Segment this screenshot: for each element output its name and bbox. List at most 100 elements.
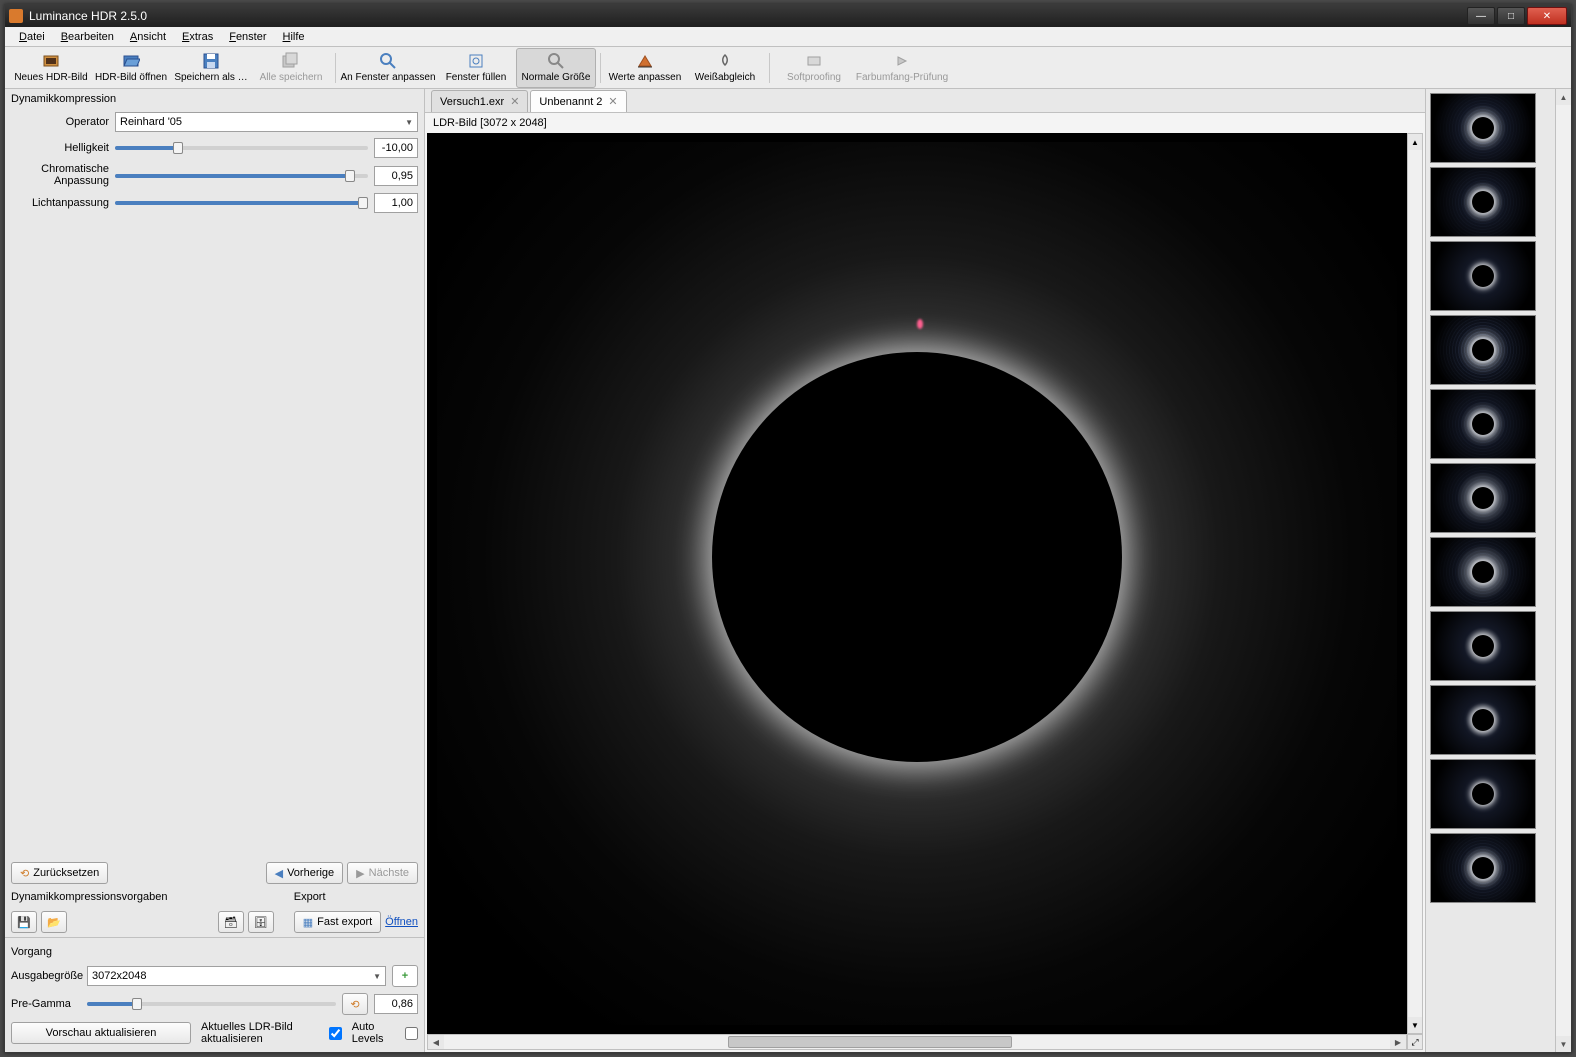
right-scrollbar[interactable]: ▲ ▼ xyxy=(1555,89,1571,1052)
thumbnail[interactable] xyxy=(1430,685,1536,755)
light-slider[interactable] xyxy=(115,196,368,210)
reset-button[interactable]: ⟲ Zurücksetzen xyxy=(11,862,108,884)
maximize-button[interactable]: □ xyxy=(1497,7,1525,25)
pregamma-input[interactable]: 0,86 xyxy=(374,994,418,1014)
preview-image[interactable] xyxy=(427,133,1407,1034)
new-hdr-icon xyxy=(42,52,60,70)
thumbnail[interactable] xyxy=(1430,315,1536,385)
close-tab-icon[interactable]: ✕ xyxy=(608,95,617,108)
save-all-button[interactable]: Alle speichern xyxy=(251,48,331,88)
database-load-icon: 🗄 xyxy=(254,916,268,929)
levels-icon xyxy=(636,52,654,70)
undo-icon: ⟲ xyxy=(350,998,359,1011)
next-button[interactable]: ▶ Nächste xyxy=(347,862,418,884)
panel-title: Dynamikkompression xyxy=(5,89,424,109)
open-preset-button[interactable]: 📂 xyxy=(41,911,67,933)
thumbnail[interactable] xyxy=(1430,833,1536,903)
app-window: Luminance HDR 2.5.0 — □ ✕ Datei Bearbeit… xyxy=(4,4,1572,1053)
close-button[interactable]: ✕ xyxy=(1527,7,1567,25)
normal-size-label: Normale Größe xyxy=(522,72,591,83)
softproofing-button[interactable]: Softproofing xyxy=(774,48,854,88)
open-export-link[interactable]: Öffnen xyxy=(385,916,418,928)
update-ldr-label: Aktuelles LDR-Bild aktualisieren xyxy=(201,1021,319,1045)
chroma-label: Chromatische Anpassung xyxy=(11,164,109,187)
open-hdr-button[interactable]: HDR-Bild öffnen xyxy=(91,48,171,88)
add-size-button[interactable]: + xyxy=(392,965,418,987)
gamut-check-button[interactable]: Farbumfang-Prüfung xyxy=(854,48,950,88)
open-hdr-icon xyxy=(122,52,140,70)
db-load-button[interactable]: 🗄 xyxy=(248,911,274,933)
thumbnail[interactable] xyxy=(1430,241,1536,311)
thumbnail[interactable] xyxy=(1430,759,1536,829)
chroma-slider[interactable] xyxy=(115,169,368,183)
horizontal-scrollbar[interactable]: ◀ ▶ xyxy=(427,1034,1407,1050)
zoom-normal-icon xyxy=(547,52,565,70)
operator-select[interactable]: Reinhard '05 ▼ xyxy=(115,112,418,132)
menu-hilfe[interactable]: Hilfe xyxy=(275,29,313,45)
thumbnail[interactable] xyxy=(1430,167,1536,237)
chroma-row: Chromatische Anpassung 0,95 xyxy=(5,161,424,190)
undo-icon: ⟲ xyxy=(20,867,29,880)
zoom-fit-icon xyxy=(379,52,397,70)
brightness-row: Helligkeit -10,00 xyxy=(5,135,424,161)
softproofing-label: Softproofing xyxy=(787,72,841,83)
minimize-button[interactable]: — xyxy=(1467,7,1495,25)
save-as-button[interactable]: Speichern als … xyxy=(171,48,251,88)
update-ldr-checkbox[interactable] xyxy=(329,1027,342,1040)
arrow-right-icon: ▶ xyxy=(356,867,364,880)
menu-bearbeiten[interactable]: Bearbeiten xyxy=(53,29,122,45)
center-panel: Versuch1.exr ✕ Unbenannt 2 ✕ LDR-Bild [3… xyxy=(425,89,1425,1052)
chevron-down-icon: ▼ xyxy=(373,972,381,981)
pregamma-label: Pre-Gamma xyxy=(11,998,81,1010)
light-input[interactable]: 1,00 xyxy=(374,193,418,213)
update-preview-button[interactable]: Vorschau aktualisieren xyxy=(11,1022,191,1044)
save-as-label: Speichern als … xyxy=(174,72,247,83)
thumbnail[interactable] xyxy=(1430,93,1536,163)
fit-window-button[interactable]: An Fenster anpassen xyxy=(340,48,436,88)
menu-datei[interactable]: Datei xyxy=(11,29,53,45)
new-hdr-button[interactable]: Neues HDR-Bild xyxy=(11,48,91,88)
tabbar: Versuch1.exr ✕ Unbenannt 2 ✕ xyxy=(425,89,1425,113)
db-save-button[interactable]: 🗃 xyxy=(218,911,244,933)
chroma-input[interactable]: 0,95 xyxy=(374,166,418,186)
presets-export-row: Dynamikkompressionsvorgaben 💾 📂 🗃 🗄 Ex xyxy=(5,887,424,937)
thumbnail[interactable] xyxy=(1430,611,1536,681)
pregamma-slider[interactable] xyxy=(87,997,336,1011)
brightness-input[interactable]: -10,00 xyxy=(374,138,418,158)
toolbar-separator xyxy=(600,53,601,83)
thumbnail[interactable] xyxy=(1430,463,1536,533)
resize-grip-icon[interactable]: ⤢ xyxy=(1407,1034,1423,1050)
white-balance-icon xyxy=(716,52,734,70)
prev-button[interactable]: ◀ Vorherige xyxy=(266,862,344,884)
close-tab-icon[interactable]: ✕ xyxy=(510,95,519,108)
white-balance-button[interactable]: Weißabgleich xyxy=(685,48,765,88)
thumbnail-list[interactable] xyxy=(1426,89,1555,1052)
menu-fenster[interactable]: Fenster xyxy=(221,29,274,45)
operator-value: Reinhard '05 xyxy=(120,116,182,128)
arrow-left-icon: ◀ xyxy=(275,867,283,880)
tab-unbenannt2[interactable]: Unbenannt 2 ✕ xyxy=(530,90,626,112)
tab-versuch1[interactable]: Versuch1.exr ✕ xyxy=(431,90,528,112)
app-icon xyxy=(9,9,23,23)
brightness-label: Helligkeit xyxy=(11,142,109,154)
toolbar-separator xyxy=(335,53,336,83)
thumbnail[interactable] xyxy=(1430,389,1536,459)
adjust-levels-button[interactable]: Werte anpassen xyxy=(605,48,685,88)
fill-window-button[interactable]: Fenster füllen xyxy=(436,48,516,88)
output-size-select[interactable]: 3072x2048 ▼ xyxy=(87,966,386,986)
menu-ansicht[interactable]: Ansicht xyxy=(122,29,174,45)
brightness-slider[interactable] xyxy=(115,141,368,155)
light-row: Lichtanpassung 1,00 xyxy=(5,190,424,216)
window-title: Luminance HDR 2.5.0 xyxy=(29,9,1465,23)
save-preset-button[interactable]: 💾 xyxy=(11,911,37,933)
normal-size-button[interactable]: Normale Größe xyxy=(516,48,596,88)
thumbnail[interactable] xyxy=(1430,537,1536,607)
reset-pregamma-button[interactable]: ⟲ xyxy=(342,993,368,1015)
left-panel: Dynamikkompression Operator Reinhard '05… xyxy=(5,89,425,1052)
vertical-scrollbar[interactable]: ▲ ▼ xyxy=(1407,133,1423,1034)
menu-extras[interactable]: Extras xyxy=(174,29,221,45)
fast-export-button[interactable]: ▦ Fast export xyxy=(294,911,381,933)
save-icon: 💾 xyxy=(17,916,31,929)
auto-levels-checkbox[interactable] xyxy=(405,1027,418,1040)
save-all-icon xyxy=(282,52,300,70)
